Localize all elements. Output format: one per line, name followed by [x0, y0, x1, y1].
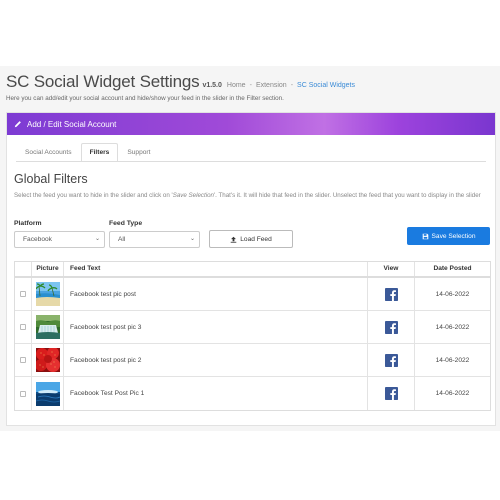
view-cell	[367, 377, 414, 410]
ocean-photo-thumbnail	[35, 381, 60, 406]
chevron-down-icon: ⌄	[94, 236, 100, 242]
page-title: SC Social Widget Settings	[6, 72, 200, 91]
platform-select-value: Facebook	[23, 236, 52, 243]
tab-divider	[16, 161, 486, 162]
panel-header: Add / Edit Social Account	[7, 113, 495, 135]
panel-title: Add / Edit Social Account	[27, 119, 117, 129]
picture-cell	[31, 278, 63, 310]
breadcrumb-extension[interactable]: Extension	[256, 82, 287, 89]
page-header: SC Social Widget Settings v1.5.0 Home - …	[6, 72, 496, 102]
table-row: Facebook test pic post 14-06-2022	[15, 278, 490, 311]
breadcrumb-home[interactable]: Home	[227, 82, 246, 89]
feed-text-cell: Facebook Test Post Pic 1	[63, 377, 367, 410]
feed-text-cell: Facebook test pic post	[63, 278, 367, 310]
feed-text-cell: Facebook test post pic 2	[63, 344, 367, 376]
row-checkbox[interactable]	[20, 357, 26, 363]
table-row: Facebook test post pic 2 14-06-2022	[15, 344, 490, 377]
page-subtitle: Here you can add/edit your social accoun…	[6, 95, 284, 102]
chevron-down-icon: ⌄	[189, 236, 195, 242]
breadcrumb-sc-social-widgets[interactable]: SC Social Widgets	[297, 82, 355, 89]
date-posted-cell: 14-06-2022	[414, 278, 490, 310]
row-select-cell	[15, 390, 31, 397]
table-row: Facebook test post pic 3 14-06-2022	[15, 311, 490, 344]
global-filters-description: Select the feed you want to hide in the …	[14, 191, 490, 200]
table-row: Facebook Test Post Pic 1 14-06-2022	[15, 377, 490, 410]
page: SC Social Widget Settings v1.5.0 Home - …	[0, 0, 500, 500]
table-header: Picture Feed Text View Date Posted	[15, 262, 490, 278]
view-cell	[367, 278, 414, 310]
title-row: SC Social Widget Settings v1.5.0 Home - …	[6, 72, 496, 92]
facebook-icon[interactable]	[384, 320, 398, 334]
version-label: v1.5.0	[202, 82, 222, 89]
description-text-end: '. That's it. It will hide that feed in …	[214, 192, 481, 199]
save-selection-button[interactable]: Save Selection	[407, 227, 490, 245]
date-posted-header: Date Posted	[414, 262, 490, 276]
feed-table: Picture Feed Text View Date Posted Faceb…	[14, 261, 491, 411]
date-posted-cell: 14-06-2022	[414, 311, 490, 343]
load-feed-button[interactable]: Load Feed	[209, 230, 293, 248]
view-cell	[367, 344, 414, 376]
beach-photo-thumbnail	[35, 282, 60, 306]
platform-select[interactable]: Facebook ⌄	[14, 231, 105, 248]
row-select-cell	[15, 357, 31, 363]
pencil-icon	[14, 121, 21, 128]
tab-filters[interactable]: Filters	[80, 143, 119, 161]
picture-cell	[31, 377, 63, 410]
load-feed-label: Load Feed	[240, 235, 272, 243]
save-selection-label: Save Selection	[431, 232, 476, 240]
floppy-disk-icon	[422, 233, 428, 239]
view-header: View	[367, 262, 414, 276]
row-checkbox[interactable]	[20, 291, 26, 297]
feed-type-label: Feed Type	[109, 220, 143, 227]
row-select-cell	[15, 291, 31, 297]
picture-cell	[31, 311, 63, 343]
feed-text-header: Feed Text	[63, 262, 367, 276]
picture-header: Picture	[31, 262, 63, 276]
facebook-icon[interactable]	[384, 387, 398, 400]
breadcrumb-separator: -	[290, 82, 294, 89]
upload-icon	[230, 236, 237, 243]
view-cell	[367, 311, 414, 343]
description-text: Select the feed you want to hide in the …	[14, 192, 173, 199]
row-select-cell	[15, 324, 31, 330]
facebook-icon[interactable]	[384, 287, 398, 301]
settings-panel: Add / Edit Social Account Social Account…	[6, 112, 496, 426]
tab-social-accounts[interactable]: Social Accounts	[16, 143, 81, 161]
date-posted-cell: 14-06-2022	[414, 344, 490, 376]
platform-label: Platform	[14, 220, 42, 227]
feed-text-cell: Facebook test post pic 3	[63, 311, 367, 343]
waterfall-photo-thumbnail	[35, 315, 60, 339]
row-checkbox[interactable]	[20, 390, 26, 397]
date-posted-cell: 14-06-2022	[414, 377, 490, 410]
tab-bar: Social Accounts Filters Support	[16, 143, 159, 161]
global-filters-title: Global Filters	[14, 172, 88, 186]
tab-support[interactable]: Support	[118, 143, 159, 161]
picture-cell	[31, 344, 63, 376]
feed-type-select-value: All	[118, 236, 126, 243]
row-checkbox[interactable]	[20, 324, 26, 330]
strawberries-photo-thumbnail	[35, 348, 60, 372]
facebook-icon[interactable]	[384, 353, 398, 367]
select-all-header	[15, 262, 31, 276]
breadcrumb-separator: -	[249, 82, 252, 89]
feed-type-select[interactable]: All ⌄	[109, 231, 200, 248]
description-emphasis: Save Selection	[172, 192, 214, 199]
